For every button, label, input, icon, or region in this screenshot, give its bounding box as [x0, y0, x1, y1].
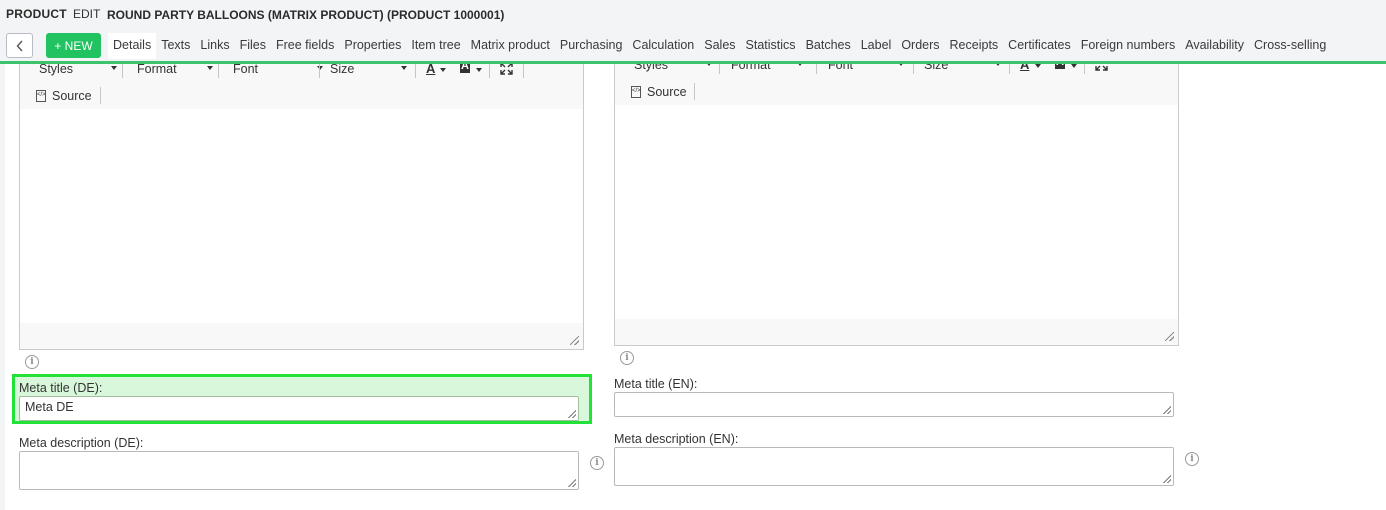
resize-handle[interactable]	[568, 479, 576, 487]
maximize-icon[interactable]	[500, 64, 513, 75]
mode-label: EDIT	[73, 7, 101, 21]
tab-statistics[interactable]: Statistics	[741, 33, 801, 59]
tab-purchasing[interactable]: Purchasing	[555, 33, 628, 59]
meta-title-en-label: Meta title (EN):	[614, 377, 698, 391]
resize-handle[interactable]	[1165, 332, 1174, 341]
tab-sales[interactable]: Sales	[699, 33, 740, 59]
meta-title-en-input[interactable]	[614, 392, 1174, 417]
new-button[interactable]: + NEW	[46, 33, 101, 58]
tab-receipts[interactable]: Receipts	[945, 33, 1004, 59]
size-dropdown[interactable]: Size	[330, 64, 410, 80]
resize-handle[interactable]	[568, 410, 576, 418]
content-panel: Styles Format Font Size A A </> Source S…	[5, 64, 1386, 510]
chevron-down-icon	[898, 64, 904, 66]
background-color-icon[interactable]: A	[1055, 64, 1065, 69]
toolbar-separator	[100, 87, 101, 104]
meta-description-en-label: Meta description (EN):	[614, 432, 739, 446]
chevron-down-icon	[207, 66, 213, 70]
tab-bar: + NEW Details Texts Links Files Free fie…	[0, 28, 1386, 64]
tab-label[interactable]: Label	[856, 33, 897, 59]
tab-properties[interactable]: Properties	[339, 33, 406, 59]
tab-orders[interactable]: Orders	[896, 33, 944, 59]
toolbar-separator	[694, 83, 695, 100]
font-dropdown[interactable]: Font	[233, 64, 323, 80]
resize-handle[interactable]	[1163, 475, 1171, 483]
tab-links[interactable]: Links	[195, 33, 234, 59]
meta-description-de-label: Meta description (DE):	[19, 436, 144, 450]
tab-free-fields[interactable]: Free fields	[271, 33, 339, 59]
chevron-down-icon	[995, 64, 1001, 66]
chevron-down-icon	[111, 66, 117, 70]
description-editor-de[interactable]: Styles Format Font Size A A </> Source	[19, 64, 584, 350]
background-color-icon[interactable]: A	[460, 64, 470, 73]
tab-foreign-numbers[interactable]: Foreign numbers	[1076, 33, 1181, 59]
toolbar-separator	[319, 64, 320, 78]
tab-calculation[interactable]: Calculation	[627, 33, 699, 59]
chevron-down-icon	[1035, 64, 1041, 68]
meta-description-en-input[interactable]	[614, 447, 1174, 486]
editor-toolbar: Styles Format Font Size A A	[20, 64, 583, 109]
product-name: ROUND PARTY BALLOONS (MATRIX PRODUCT) (P…	[107, 8, 505, 22]
tab-batches[interactable]: Batches	[801, 33, 856, 59]
format-dropdown[interactable]: Format	[731, 64, 809, 76]
tab-texts[interactable]: Texts	[156, 33, 195, 59]
tab-cross-selling[interactable]: Cross-selling	[1249, 33, 1331, 59]
maximize-icon[interactable]	[1095, 64, 1108, 71]
tab-item-tree[interactable]: Item tree	[406, 33, 465, 59]
font-dropdown[interactable]: Font	[828, 64, 908, 76]
info-icon[interactable]: i	[590, 456, 604, 470]
chevron-down-icon	[797, 64, 803, 66]
back-button[interactable]	[6, 33, 33, 58]
toolbar-separator	[816, 64, 817, 74]
meta-title-de-input[interactable]: Meta DE	[19, 396, 579, 421]
toolbar-separator	[1009, 64, 1010, 74]
toolbar-separator	[1084, 64, 1085, 74]
meta-title-de-label: Meta title (DE):	[19, 381, 103, 395]
toolbar-separator	[415, 64, 416, 78]
styles-dropdown[interactable]: Styles	[634, 64, 712, 76]
tab-files[interactable]: Files	[235, 33, 271, 59]
meta-description-de-input[interactable]	[19, 451, 579, 490]
source-icon: </>	[631, 86, 641, 98]
toolbar-separator	[489, 64, 490, 78]
toolbar-separator	[122, 64, 123, 78]
chevron-down-icon	[401, 66, 407, 70]
tab-availability[interactable]: Availability	[1180, 33, 1249, 59]
toolbar-separator	[719, 64, 720, 74]
format-dropdown[interactable]: Format	[137, 64, 215, 80]
info-icon[interactable]: i	[1185, 452, 1199, 466]
size-dropdown[interactable]: Size	[924, 64, 1004, 76]
toolbar-separator	[913, 64, 914, 74]
text-color-icon[interactable]: A	[1020, 64, 1029, 72]
tab-list: Details Texts Links Files Free fields Pr…	[108, 33, 1331, 59]
resize-handle[interactable]	[1163, 406, 1171, 414]
info-icon[interactable]: i	[620, 351, 634, 365]
chevron-down-icon	[1071, 64, 1077, 68]
source-button[interactable]: </> Source	[36, 89, 92, 103]
info-icon[interactable]: i	[25, 355, 39, 369]
toolbar-separator	[218, 64, 219, 78]
chevron-down-icon	[706, 64, 712, 66]
editor-status-bar	[615, 319, 1178, 345]
tab-matrix-product[interactable]: Matrix product	[466, 33, 555, 59]
chevron-down-icon	[476, 68, 482, 72]
chevron-down-icon	[317, 66, 323, 70]
title-bar: PRODUCT EDIT ROUND PARTY BALLOONS (MATRI…	[0, 0, 1386, 28]
description-editor-en[interactable]: Styles Format Font Size A A	[614, 64, 1179, 346]
editor-status-bar	[20, 323, 583, 349]
styles-dropdown[interactable]: Styles	[39, 64, 117, 80]
section-title: PRODUCT	[6, 7, 67, 21]
tab-certificates[interactable]: Certificates	[1003, 33, 1076, 59]
text-color-icon[interactable]: A	[426, 64, 435, 76]
resize-handle[interactable]	[570, 336, 579, 345]
chevron-down-icon	[440, 68, 446, 72]
tab-details[interactable]: Details	[108, 33, 157, 59]
source-button[interactable]: </> Source	[631, 85, 687, 99]
source-icon: </>	[36, 90, 46, 102]
editor-toolbar: Styles Format Font Size A A	[615, 64, 1178, 105]
chevron-left-icon	[16, 40, 23, 51]
toolbar-separator	[523, 64, 524, 78]
